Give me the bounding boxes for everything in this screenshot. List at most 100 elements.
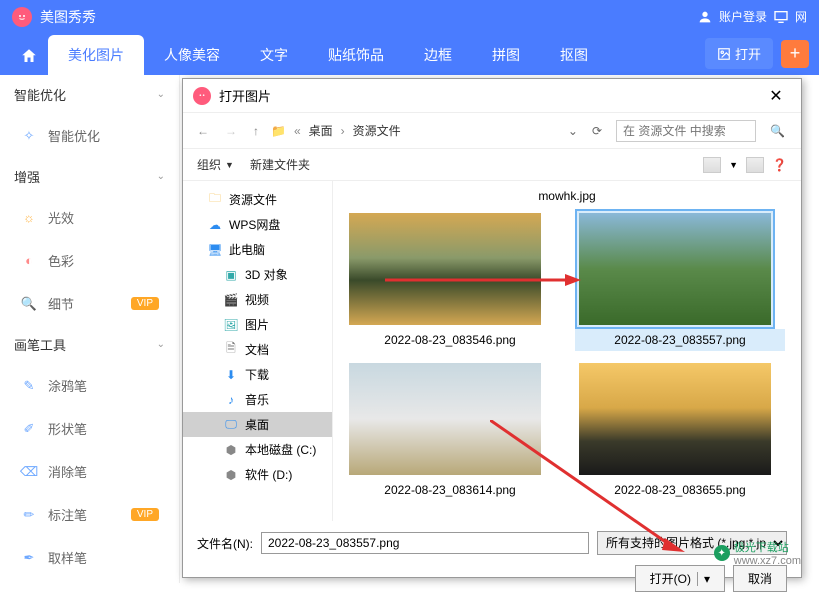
up-button[interactable]: ↑ <box>249 122 263 140</box>
file-tile[interactable]: 2022-08-23_083655.png <box>575 359 785 501</box>
tree-item[interactable]: 🗀 资源文件 <box>183 187 332 212</box>
chevron-down-icon: ⌄ <box>157 89 165 100</box>
tree-label: 本地磁盘 (C:) <box>245 441 316 458</box>
tab-text[interactable]: 文字 <box>240 35 308 75</box>
sidebar-item-smart[interactable]: ✧ 智能优化 <box>0 114 179 157</box>
file-label[interactable]: mowhk.jpg <box>345 189 789 209</box>
preview-button[interactable] <box>746 157 764 173</box>
chevron-right-icon: › <box>341 124 345 138</box>
user-icon <box>697 9 713 25</box>
path-sep: « <box>294 124 301 138</box>
sun-icon: ☼ <box>20 209 38 227</box>
cancel-button[interactable]: 取消 <box>733 565 787 592</box>
tree-item[interactable]: ⬇下载 <box>183 362 332 387</box>
back-button[interactable]: ← <box>193 122 213 140</box>
close-button[interactable]: ✕ <box>761 86 791 106</box>
tree-label: 下载 <box>245 366 269 383</box>
new-folder-button[interactable]: 新建文件夹 <box>250 156 310 173</box>
watermark: ✦ 极光下载站 www.xz7.com <box>714 539 801 567</box>
tree-item[interactable]: 🎬视频 <box>183 287 332 312</box>
file-tile[interactable]: 2022-08-23_083546.png <box>345 209 555 351</box>
tab-sticker[interactable]: 贴纸饰品 <box>308 35 404 75</box>
sidebar-item-light[interactable]: ☼ 光效 <box>0 196 179 239</box>
sidebar-item-sample[interactable]: ✒ 取样笔 <box>0 536 179 579</box>
file-tile[interactable]: 2022-08-23_083614.png <box>345 359 555 501</box>
dialog-title: 打开图片 <box>219 86 761 105</box>
tree-item[interactable]: ▣3D 对象 <box>183 262 332 287</box>
tree-label: 软件 (D:) <box>245 466 292 483</box>
path-dropdown[interactable]: ⌄ <box>568 124 578 138</box>
tree-label: 此电脑 <box>229 241 265 258</box>
document-icon: 🗎 <box>223 343 239 357</box>
open-confirm-button[interactable]: 打开(O)▾ <box>635 565 725 592</box>
section-smart[interactable]: 智能优化 ⌄ <box>0 75 179 114</box>
help-icon[interactable]: ❓ <box>772 158 787 172</box>
path-segment[interactable]: 资源文件 <box>353 122 401 139</box>
sidebar-item-erase[interactable]: ⌫ 消除笔 <box>0 450 179 493</box>
section-brush[interactable]: 画笔工具 ⌄ <box>0 325 179 364</box>
tree-item[interactable]: ☁WPS网盘 <box>183 212 332 237</box>
file-name: 2022-08-23_083655.png <box>575 479 785 501</box>
file-tile-selected[interactable]: 2022-08-23_083557.png <box>575 209 785 351</box>
tree-label: 3D 对象 <box>245 266 288 283</box>
tab-portrait[interactable]: 人像美容 <box>144 35 240 75</box>
sidebar-item-label: 取样笔 <box>48 548 87 567</box>
tab-collage[interactable]: 拼图 <box>472 35 540 75</box>
tree-item-desktop[interactable]: 🖵桌面 <box>183 412 332 437</box>
sidebar-item-label: 标注笔 <box>48 505 87 524</box>
sidebar-item-color[interactable]: ◐ 色彩 <box>0 239 179 282</box>
open-file-dialog: 打开图片 ✕ ← → ↑ 📁 « 桌面 › 资源文件 ⌄ ⟳ 🔍 组织 ▼ 新建… <box>182 78 802 578</box>
sidebar-item-doodle[interactable]: ✎ 涂鸦笔 <box>0 364 179 407</box>
search-button[interactable]: 🔍 <box>764 121 791 141</box>
tree-item[interactable]: ⬢软件 (D:) <box>183 462 332 487</box>
tree-item[interactable]: 🗎文档 <box>183 337 332 362</box>
tab-cutout[interactable]: 抠图 <box>540 35 608 75</box>
forward-button[interactable]: → <box>221 122 241 140</box>
tree-item[interactable]: ♪音乐 <box>183 387 332 412</box>
home-tab[interactable] <box>10 37 48 75</box>
thumbnail <box>349 213 541 325</box>
app-title: 美图秀秀 <box>40 7 697 27</box>
section-enhance[interactable]: 增强 ⌄ <box>0 157 179 196</box>
section-label: 画笔工具 <box>14 335 66 354</box>
desktop-icon: 🖵 <box>223 418 239 432</box>
tree-item[interactable]: 🖼图片 <box>183 312 332 337</box>
tree-item[interactable]: 🖥 此电脑 <box>183 237 332 262</box>
tree-item[interactable]: ⬢本地磁盘 (C:) <box>183 437 332 462</box>
tree-label: WPS网盘 <box>229 216 280 233</box>
sidebar-item-label: 细节 <box>48 294 74 313</box>
tab-frame[interactable]: 边框 <box>404 35 472 75</box>
thumbnail <box>349 363 541 475</box>
music-icon: ♪ <box>223 393 239 407</box>
pen-icon: ✐ <box>20 420 38 438</box>
sidebar-item-label: 智能优化 <box>48 126 100 145</box>
watermark-text: 极光下载站 <box>734 539 801 555</box>
sidebar-item-annotate[interactable]: ✏ 标注笔 VIP <box>0 493 179 536</box>
sidebar: 智能优化 ⌄ ✧ 智能优化 增强 ⌄ ☼ 光效 ◐ 色彩 🔍 细节 VIP 画笔… <box>0 75 180 583</box>
sidebar-item-label: 色彩 <box>48 251 74 270</box>
refresh-button[interactable]: ⟳ <box>592 124 602 138</box>
add-button[interactable]: + <box>781 40 809 68</box>
tree-label: 资源文件 <box>229 191 277 208</box>
folder-tree: 🗀 资源文件 ☁WPS网盘 🖥 此电脑 ▣3D 对象 🎬视频 🖼图片 🗎文档 ⬇下载… <box>183 181 333 521</box>
open-dropdown[interactable]: ▾ <box>697 572 710 586</box>
view-dropdown[interactable]: ▼ <box>729 160 738 170</box>
view-button[interactable] <box>703 157 721 173</box>
folder-icon: 🗀 <box>207 193 223 207</box>
search-input[interactable] <box>616 120 756 142</box>
login-link[interactable]: 账户登录 <box>719 8 767 25</box>
vip-badge: VIP <box>131 508 159 521</box>
path-segment[interactable]: 桌面 <box>309 122 333 139</box>
tree-label: 图片 <box>245 316 269 333</box>
filename-input[interactable] <box>261 532 589 554</box>
sidebar-item-shape[interactable]: ✐ 形状笔 <box>0 407 179 450</box>
organize-menu[interactable]: 组织 ▼ <box>197 156 234 173</box>
sidebar-item-detail[interactable]: 🔍 细节 VIP <box>0 282 179 325</box>
open-button[interactable]: 打开 <box>705 38 773 69</box>
chevron-down-icon: ⌄ <box>157 339 165 350</box>
watermark-url: www.xz7.com <box>734 555 801 567</box>
tab-beautify[interactable]: 美化图片 <box>48 35 144 75</box>
file-name: 2022-08-23_083614.png <box>345 479 555 501</box>
computer-icon: 🖥 <box>207 243 223 257</box>
sidebar-item-label: 消除笔 <box>48 462 87 481</box>
